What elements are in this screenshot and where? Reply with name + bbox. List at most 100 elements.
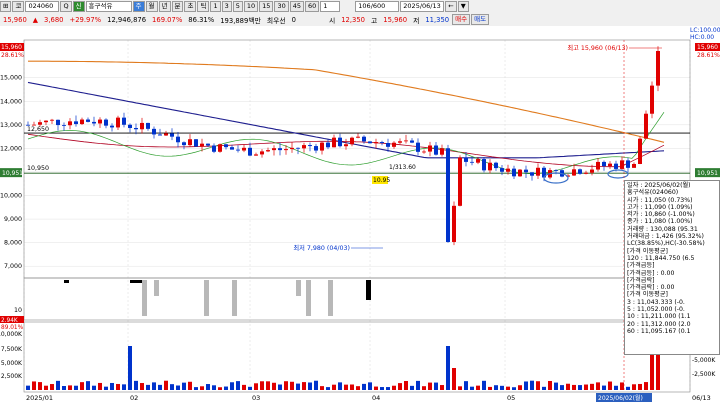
open-label: 시 xyxy=(328,16,336,25)
price-tick-label: 7,000 xyxy=(4,263,22,270)
buy-button[interactable]: 매수 xyxy=(452,14,471,25)
candle-body xyxy=(194,139,198,147)
candle-body xyxy=(158,134,162,136)
minute-button[interactable]: 1 xyxy=(210,1,221,12)
volume-bar xyxy=(236,381,240,390)
toolbar: ⊞ 코 024060 Q 신 흥구석유 주월년분초틱 1 3 5 10 15 30 45 60… xyxy=(0,0,720,27)
candle-body xyxy=(248,147,252,156)
candle-body xyxy=(434,145,438,155)
minute-button[interactable]: 3 xyxy=(221,1,232,12)
period-button[interactable]: 주 xyxy=(132,1,145,12)
volume-bar xyxy=(644,382,648,390)
price-chart[interactable]: 15,00014,00013,00012,00011,00010,0009,00… xyxy=(0,26,720,404)
info-line: 종가 : 11,080 (1.00%) xyxy=(627,218,693,226)
x-tick-label: 05 xyxy=(507,394,515,402)
candle-body xyxy=(572,169,576,176)
indicator-tick: 10 xyxy=(14,307,22,314)
back-arrow-icon[interactable]: ← xyxy=(445,1,457,12)
chevron-down-icon[interactable]: ▼ xyxy=(457,1,469,12)
minute-button[interactable]: 5 xyxy=(232,1,243,12)
price-change-pct: +29.97% xyxy=(69,15,102,24)
minute-button[interactable]: 15 xyxy=(259,1,274,12)
volume-bar xyxy=(614,385,618,390)
volume-bar xyxy=(302,382,306,390)
search-icon[interactable]: Q xyxy=(60,1,72,12)
candle-body xyxy=(512,168,516,177)
candle-body xyxy=(410,140,414,143)
minute-button[interactable]: 60 xyxy=(305,1,320,12)
volume-bar xyxy=(116,383,120,390)
period-button[interactable]: 초 xyxy=(184,1,197,12)
price-tick-label: 9,000 xyxy=(4,216,22,223)
low-label: 저 xyxy=(413,16,420,25)
candle-body xyxy=(518,169,522,177)
best-bid-label: 최우선 xyxy=(266,16,286,25)
count-input[interactable]: 1 xyxy=(320,1,341,12)
volume-bar xyxy=(206,384,210,390)
volume-bar xyxy=(242,384,246,390)
indicator-bar xyxy=(142,280,147,316)
x-tick-label: 06/13 xyxy=(692,394,711,402)
price-tick-label: 14,000 xyxy=(0,98,22,105)
info-line: 거래대금 : 1,426 (95.32%) xyxy=(627,233,704,241)
volume-bar xyxy=(434,382,438,390)
date-label: 2025/06/02(월) xyxy=(598,394,643,402)
period-button[interactable]: 틱 xyxy=(197,1,210,12)
indicator-bar xyxy=(64,280,69,283)
grid-icon[interactable]: ⊞ xyxy=(0,1,12,12)
level-low-label: 10,950 xyxy=(27,165,49,172)
candle-body xyxy=(296,147,300,149)
volume-bar xyxy=(176,385,180,390)
up-arrow-icon: ▲ xyxy=(32,15,39,24)
minute-buttons: 1 3 5 10 15 30 45 60 xyxy=(210,1,320,12)
volume-bar xyxy=(488,386,492,390)
candle-body xyxy=(638,138,642,164)
hc-label: HC:0.00 xyxy=(690,34,714,41)
candle-body xyxy=(92,121,96,124)
period-button[interactable]: 월 xyxy=(145,1,158,12)
candle-body xyxy=(272,148,276,151)
minute-button[interactable]: 10 xyxy=(243,1,259,12)
volume-bar xyxy=(68,385,72,390)
candle-body xyxy=(104,119,108,126)
candle-body xyxy=(236,149,240,151)
candle-body xyxy=(56,119,60,126)
stock-code-input[interactable]: 024060 xyxy=(25,1,60,12)
volume-bar xyxy=(344,384,348,390)
vol-label: 2.94K xyxy=(1,318,18,324)
trade-volume: 12,946,876 xyxy=(107,15,147,24)
candle-body xyxy=(86,119,90,122)
turnover-rate: 86.31% xyxy=(188,15,215,24)
period-button[interactable]: 년 xyxy=(158,1,171,12)
info-line: 60 : 11,095.167 (0.1 xyxy=(627,327,691,335)
volume-bar xyxy=(620,382,624,390)
candle-body xyxy=(554,170,558,171)
candle-body xyxy=(224,144,228,148)
volume-bar xyxy=(326,387,330,390)
candle-body xyxy=(38,122,42,125)
sell-button[interactable]: 매도 xyxy=(471,14,490,25)
candle-body xyxy=(350,137,354,145)
minute-button[interactable]: 45 xyxy=(289,1,304,12)
period-button[interactable]: 분 xyxy=(171,1,184,12)
candle-body xyxy=(110,125,114,128)
candle-body xyxy=(482,159,486,171)
date-input[interactable]: 2025/06/13 xyxy=(400,1,445,12)
candle-body xyxy=(452,205,456,242)
minute-button[interactable]: 30 xyxy=(274,1,289,12)
volume-bar xyxy=(404,381,408,390)
level-left-label: 10,951 xyxy=(2,170,23,177)
lc-label: LC:100.00 xyxy=(690,27,720,34)
candle-body xyxy=(506,168,510,172)
volume-bar xyxy=(554,382,558,390)
candle-body xyxy=(398,141,402,143)
volume-bar xyxy=(182,382,186,390)
candle-body xyxy=(284,149,288,151)
candle-body xyxy=(584,172,588,174)
code-type-button[interactable]: 코 xyxy=(12,1,25,12)
toolbar-row-2: 15,960 ▲ 3,680 +29.97% 12,946,876 169.07… xyxy=(0,13,490,26)
volume-bar xyxy=(590,383,594,390)
candle-body xyxy=(128,124,132,129)
credit-badge: 신 xyxy=(72,1,85,12)
stock-name-field[interactable]: 흥구석유 xyxy=(85,1,132,12)
